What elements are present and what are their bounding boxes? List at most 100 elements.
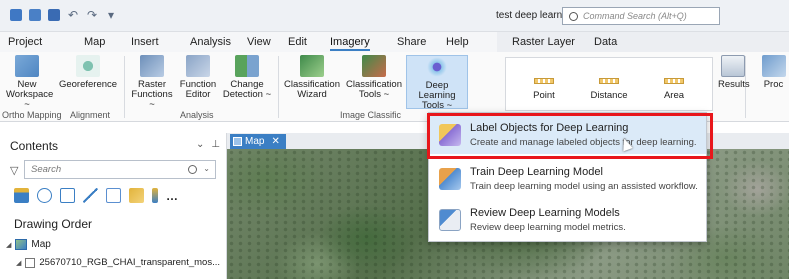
group-ortho-mapping: Ortho Mapping bbox=[2, 110, 62, 120]
function-editor-icon bbox=[186, 55, 210, 77]
measure-distance-button[interactable]: Distance bbox=[579, 78, 639, 101]
contents-title: Contents bbox=[10, 139, 59, 153]
tab-project[interactable]: Project bbox=[8, 36, 42, 48]
deep-learning-tools-button[interactable]: Deep Learning Tools ~ bbox=[406, 55, 468, 111]
new-workspace-button[interactable]: New Workspace ~ bbox=[6, 55, 54, 110]
close-icon[interactable]: ✕ bbox=[271, 136, 279, 147]
map-icon bbox=[233, 137, 242, 146]
change-detection-icon bbox=[235, 55, 259, 77]
function-editor-button[interactable]: Function Editor bbox=[178, 55, 218, 100]
map-tab-label: Map bbox=[245, 136, 265, 147]
tab-imagery[interactable]: Imagery bbox=[330, 36, 370, 51]
list-by-drawing-order-icon[interactable] bbox=[14, 188, 29, 203]
map-tree-node[interactable]: ◢ Map bbox=[6, 239, 51, 250]
ruler-icon bbox=[534, 78, 554, 84]
menu-item-review-models[interactable]: Review Deep Learning Models Review deep … bbox=[429, 201, 706, 239]
classification-wizard-label-2: Wizard bbox=[297, 89, 327, 100]
list-by-perspective-icon[interactable] bbox=[152, 188, 158, 203]
group-alignment: Alignment bbox=[70, 110, 111, 120]
raster-functions-button[interactable]: Raster Functions ~ bbox=[130, 55, 174, 110]
menu-item-description: Review deep learning model metrics. bbox=[470, 222, 626, 233]
drawing-order-heading: Drawing Order bbox=[14, 217, 93, 231]
pane-options-icon[interactable]: ⌄ bbox=[196, 139, 204, 150]
tab-insert[interactable]: Insert bbox=[131, 36, 159, 48]
filter-icon[interactable]: ▽ bbox=[10, 164, 18, 177]
list-by-editing-icon[interactable] bbox=[83, 188, 98, 203]
open-project-icon[interactable] bbox=[29, 9, 41, 21]
expand-icon[interactable]: ◢ bbox=[6, 241, 11, 249]
process-icon bbox=[761, 55, 786, 77]
process-label: Proc bbox=[763, 79, 784, 90]
results-icon bbox=[721, 55, 745, 77]
measure-gallery: Point Distance Area bbox=[505, 57, 713, 111]
classification-tools-button[interactable]: Classification Tools ~ bbox=[345, 55, 403, 100]
menu-item-train-model[interactable]: Train Deep Learning Model Train deep lea… bbox=[429, 160, 706, 198]
map-view-tab[interactable]: Map ✕ bbox=[230, 134, 286, 149]
classification-wizard-button[interactable]: Classification Wizard bbox=[283, 55, 341, 100]
group-analysis: Analysis bbox=[180, 110, 214, 120]
deep-learning-icon bbox=[425, 56, 449, 78]
contents-pane: Contents ⌄ ⊥ ✕ ▽ Search ⌄ … Drawing Orde… bbox=[0, 133, 236, 279]
tab-map[interactable]: Map bbox=[84, 36, 105, 48]
tab-raster-layer[interactable]: Raster Layer bbox=[512, 36, 575, 48]
search-icon bbox=[188, 165, 197, 174]
customize-icon[interactable]: ▾ bbox=[105, 9, 117, 21]
layer-sublegend: ▪▪▪ bbox=[26, 275, 36, 279]
contents-toolbar: … bbox=[14, 188, 178, 203]
pin-icon[interactable]: ⊥ bbox=[211, 139, 220, 150]
ruler-icon bbox=[664, 78, 684, 84]
command-search-placeholder: Command Search (Alt+Q) bbox=[583, 11, 687, 21]
more-options-icon[interactable]: … bbox=[166, 189, 178, 203]
ribbon-tabs: Project Map Insert Analysis View Edit Im… bbox=[0, 32, 789, 52]
menu-item-title: Train Deep Learning Model bbox=[470, 166, 603, 178]
raster-functions-label-2: Functions ~ bbox=[131, 89, 173, 110]
layer-tree-node[interactable]: ◢ 25670710_RGB_CHAI_transparent_mos... bbox=[16, 257, 220, 268]
group-image-classification: Image Classific bbox=[340, 110, 402, 120]
list-by-labeling-icon[interactable] bbox=[129, 188, 144, 203]
process-button[interactable]: Proc bbox=[758, 55, 789, 90]
list-by-selection-icon[interactable] bbox=[60, 188, 75, 203]
contents-search-input[interactable]: Search ⌄ bbox=[24, 160, 216, 179]
title-bar: ↶ ↷ ▾ test deep learning Command Search … bbox=[0, 0, 789, 32]
tab-data[interactable]: Data bbox=[594, 36, 617, 48]
highlight-annotation bbox=[427, 113, 713, 159]
measure-distance-label: Distance bbox=[590, 90, 628, 101]
georeference-icon bbox=[76, 55, 100, 77]
ribbon-separator bbox=[278, 56, 279, 118]
expand-icon[interactable]: ◢ bbox=[16, 259, 21, 267]
results-button[interactable]: Results bbox=[718, 55, 750, 90]
tab-share[interactable]: Share bbox=[397, 36, 426, 48]
tab-edit[interactable]: Edit bbox=[288, 36, 307, 48]
redo-icon[interactable]: ↷ bbox=[86, 9, 98, 21]
results-label: Results bbox=[718, 79, 750, 90]
tab-help[interactable]: Help bbox=[446, 36, 469, 48]
measure-point-label: Point bbox=[533, 90, 555, 101]
list-by-source-icon[interactable] bbox=[37, 188, 52, 203]
chevron-down-icon[interactable]: ⌄ bbox=[203, 164, 210, 173]
review-models-icon bbox=[439, 209, 461, 231]
list-by-snapping-icon[interactable] bbox=[106, 188, 121, 203]
classification-tools-icon bbox=[362, 55, 386, 77]
new-workspace-label-2: Workspace ~ bbox=[6, 89, 54, 110]
workspace-icon bbox=[15, 55, 39, 77]
new-project-icon[interactable] bbox=[10, 9, 22, 21]
change-detection-label-2: Detection ~ bbox=[222, 89, 272, 100]
tab-view[interactable]: View bbox=[247, 36, 271, 48]
undo-icon[interactable]: ↶ bbox=[67, 9, 79, 21]
change-detection-button[interactable]: Change Detection ~ bbox=[222, 55, 272, 100]
deep-learning-tools-label: Deep Learning bbox=[418, 80, 456, 101]
tab-analysis[interactable]: Analysis bbox=[190, 36, 231, 48]
layer-name-label: 25670710_RGB_CHAI_transparent_mos... bbox=[39, 257, 220, 268]
quick-access-toolbar: ↶ ↷ ▾ bbox=[10, 9, 117, 21]
command-search-input[interactable]: Command Search (Alt+Q) bbox=[562, 7, 720, 25]
train-model-icon bbox=[439, 168, 461, 190]
ruler-icon bbox=[599, 78, 619, 84]
georeference-button[interactable]: Georeference bbox=[58, 55, 118, 90]
save-icon[interactable] bbox=[48, 9, 60, 21]
measure-point-button[interactable]: Point bbox=[514, 78, 574, 101]
measure-area-label: Area bbox=[663, 90, 685, 101]
measure-area-button[interactable]: Area bbox=[644, 78, 704, 101]
layer-visibility-checkbox[interactable] bbox=[25, 257, 36, 268]
classification-wizard-icon bbox=[300, 55, 324, 77]
search-icon bbox=[569, 11, 578, 21]
